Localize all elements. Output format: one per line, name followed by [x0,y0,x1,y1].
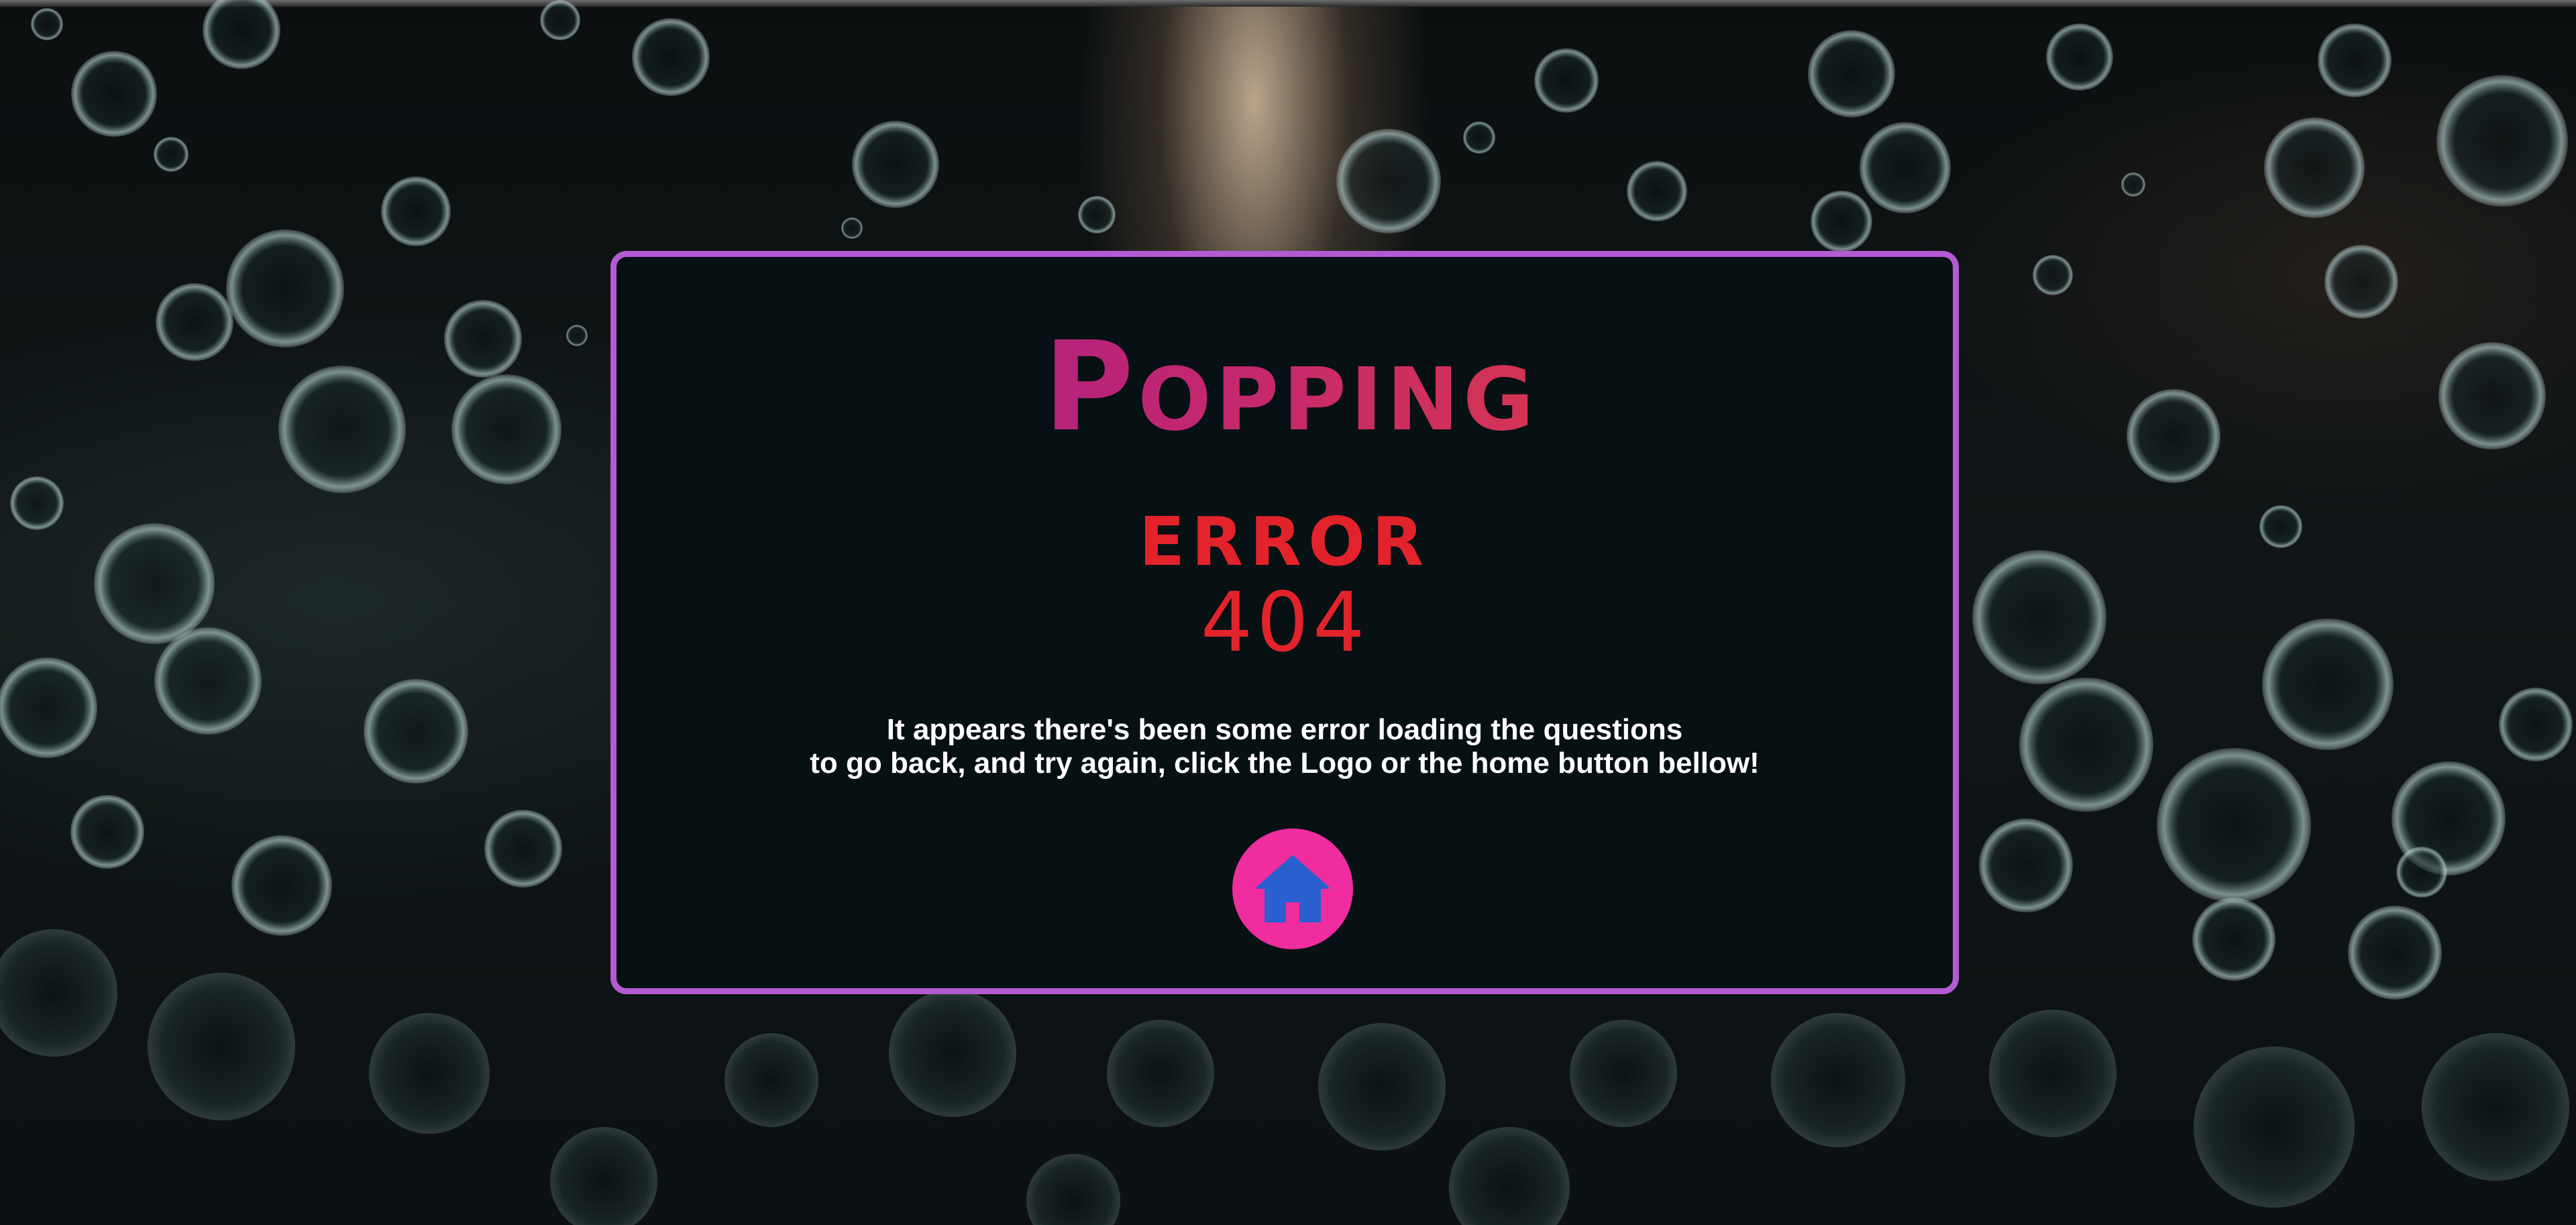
logo-link[interactable]: Popping [1002,320,1579,454]
error-label: ERROR [1138,502,1431,581]
home-button[interactable] [1232,829,1353,949]
error-card: Popping ERROR 404 It appears there's bee… [610,251,1959,994]
error-page: Popping ERROR 404 It appears there's bee… [0,0,2576,1225]
home-icon [1256,855,1329,922]
logo-text[interactable]: Popping [616,320,1965,454]
error-message-line-2: to go back, and try again, click the Log… [810,747,1760,780]
error-message: It appears there's been some error loadi… [616,713,1953,780]
error-code: 404 [1200,575,1369,670]
bubbles-left [0,176,588,936]
error-message-line-1: It appears there's been some error loadi… [886,713,1683,746]
